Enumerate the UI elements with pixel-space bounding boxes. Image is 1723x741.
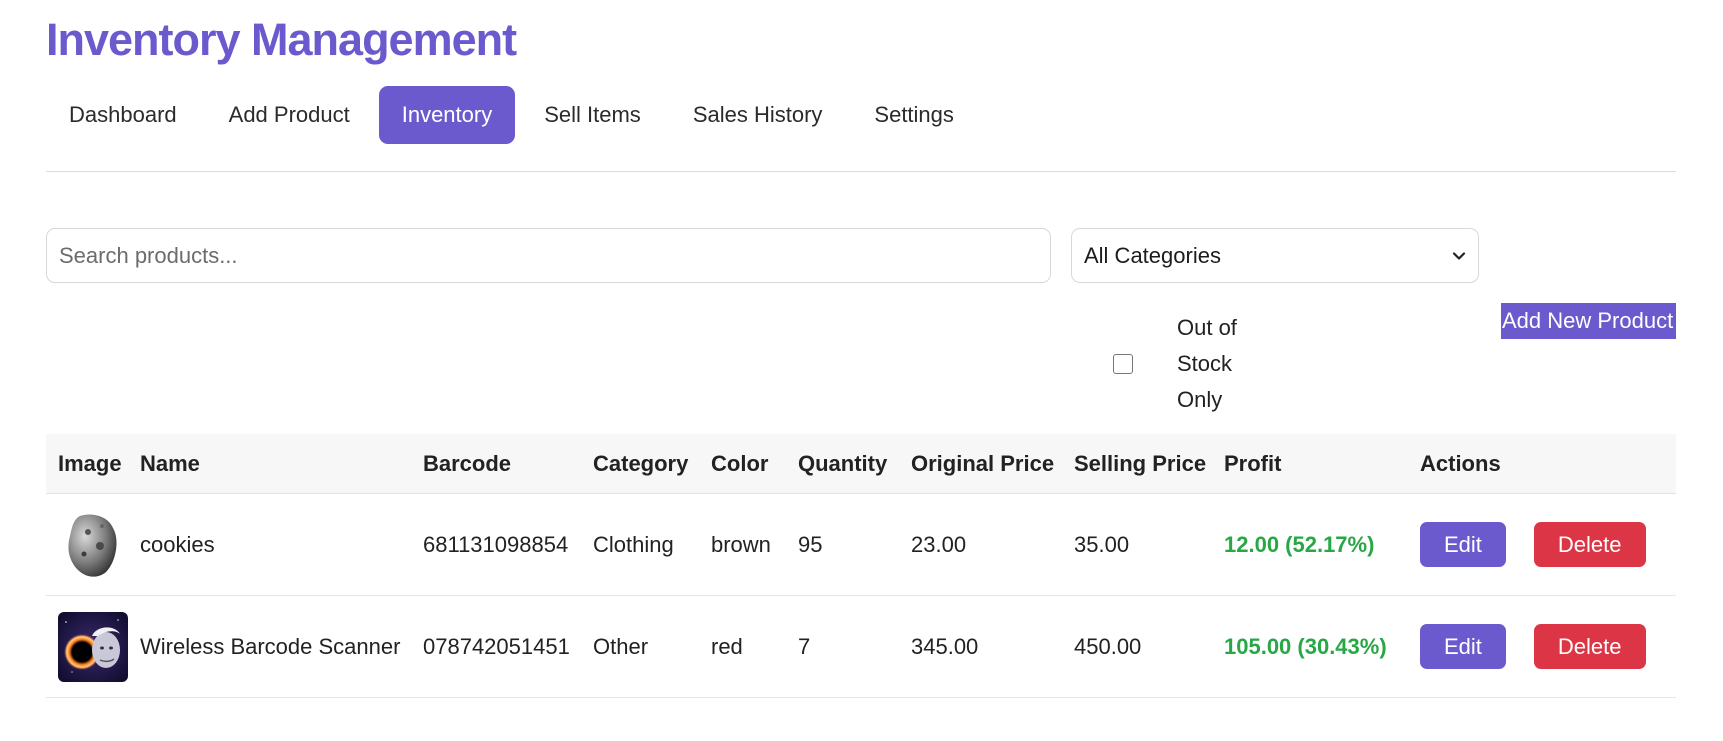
tab-settings[interactable]: Settings [851, 86, 977, 144]
product-barcode: 078742051451 [423, 633, 570, 659]
chevron-down-icon [1452, 251, 1466, 260]
page-title: Inventory Management [46, 14, 517, 65]
category-select[interactable]: All Categories [1071, 228, 1479, 283]
table-header: Image Name Barcode Category Color Quanti… [46, 434, 1676, 494]
out-of-stock-label: Out of Stock Only [1177, 315, 1237, 412]
header-name: Name [140, 450, 200, 476]
header-category: Category [593, 450, 689, 476]
table-row: cookies 681131098854 Clothing brown 95 2… [46, 494, 1676, 596]
row-actions: Edit Delete [1420, 522, 1676, 567]
row-actions: Edit Delete [1420, 624, 1676, 669]
product-barcode: 681131098854 [423, 531, 569, 557]
delete-button[interactable]: Delete [1533, 522, 1646, 567]
product-profit: 105.00 (30.43%) [1224, 633, 1387, 659]
product-quantity: 95 [798, 531, 823, 557]
edit-button[interactable]: Edit [1420, 624, 1506, 669]
product-profit: 12.00 (52.17%) [1224, 531, 1375, 557]
category-select-value: All Categories [1084, 242, 1221, 268]
search-input[interactable] [46, 228, 1051, 283]
header-color: Color [711, 450, 769, 476]
product-original-price: 23.00 [911, 531, 967, 557]
tab-sales-history[interactable]: Sales History [670, 86, 846, 144]
product-category: Other [593, 633, 649, 659]
header-original-price: Original Price [911, 450, 1055, 476]
tab-sell-items[interactable]: Sell Items [521, 86, 664, 144]
out-of-stock-filter: Out of Stock Only [1113, 310, 1257, 418]
header-selling-price: Selling Price [1074, 450, 1207, 476]
product-image-cell [46, 509, 140, 580]
out-of-stock-checkbox[interactable] [1113, 354, 1133, 374]
product-original-price: 345.00 [911, 633, 979, 659]
header-actions: Actions [1420, 450, 1501, 476]
product-color: red [711, 633, 743, 659]
header-profit: Profit [1224, 450, 1282, 476]
header-quantity: Quantity [798, 450, 888, 476]
einstein-blackhole-image [58, 611, 128, 682]
tab-add-product[interactable]: Add Product [206, 86, 373, 144]
edit-button[interactable]: Edit [1420, 522, 1506, 567]
add-new-product-button[interactable]: Add New Product [1501, 303, 1676, 339]
main-nav: Dashboard Add Product Inventory Sell Ite… [46, 86, 977, 144]
product-name: Wireless Barcode Scanner [140, 633, 401, 659]
inventory-table: Image Name Barcode Category Color Quanti… [46, 434, 1676, 698]
header-barcode: Barcode [423, 450, 512, 476]
product-category: Clothing [593, 531, 674, 557]
asteroid-image [58, 509, 128, 580]
product-color: brown [711, 531, 771, 557]
table-row: Wireless Barcode Scanner 078742051451 Ot… [46, 596, 1676, 698]
product-quantity: 7 [798, 633, 811, 659]
product-selling-price: 450.00 [1074, 633, 1142, 659]
tab-dashboard[interactable]: Dashboard [46, 86, 200, 144]
nav-divider [46, 171, 1676, 172]
tab-inventory[interactable]: Inventory [378, 86, 516, 144]
product-name: cookies [140, 531, 215, 557]
delete-button[interactable]: Delete [1533, 624, 1646, 669]
header-image: Image [58, 450, 122, 476]
product-image-cell [46, 611, 140, 682]
product-selling-price: 35.00 [1074, 531, 1130, 557]
